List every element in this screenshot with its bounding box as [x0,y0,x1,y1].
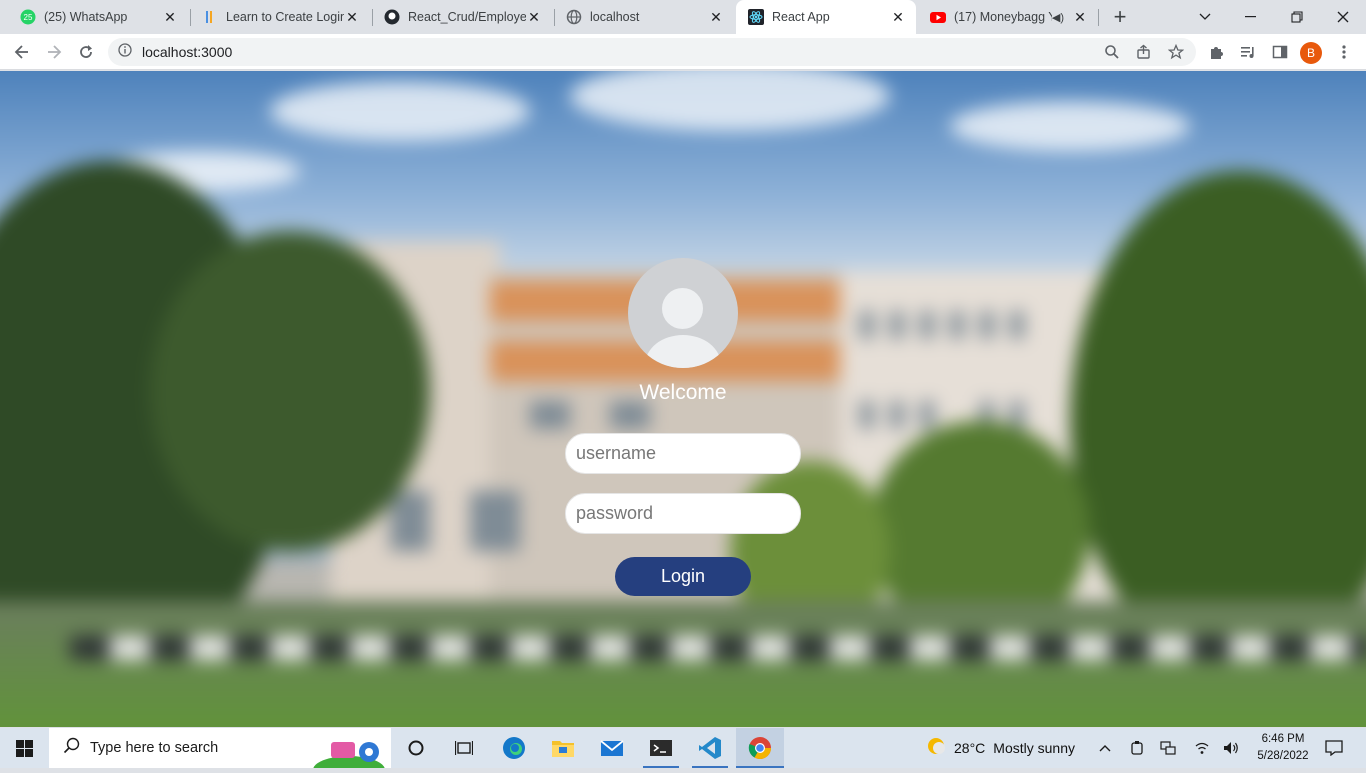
tab-title: localhost [590,10,640,24]
vscode-icon[interactable] [692,728,728,768]
windows-taskbar: Type here to search 28°C Mostly sunny 6:… [0,728,1366,773]
tab-whatsapp[interactable]: 25 (25) WhatsApp ✕ [8,0,188,34]
info-icon[interactable] [118,42,132,62]
profile-avatar[interactable]: B [1300,42,1322,64]
file-explorer-icon[interactable] [545,728,581,768]
zoom-icon[interactable] [1098,38,1126,66]
menu-kebab-icon[interactable] [1330,38,1358,66]
welcome-heading: Welcome [639,381,727,404]
whatsapp-icon: 25 [20,9,36,25]
search-icon [63,737,80,759]
url-text: localhost:3000 [142,44,233,60]
side-panel-icon[interactable] [1266,38,1294,66]
youtube-icon [930,9,946,25]
tab-strip: 25 (25) WhatsApp ✕ Learn to Create Login… [0,0,1366,34]
page-viewport: Welcome Login [0,71,1366,727]
tab-search-button[interactable] [1182,0,1228,34]
tutorial-icon [202,9,218,25]
wifi-icon[interactable] [1191,728,1213,768]
close-tab-icon[interactable]: ✕ [708,9,724,25]
restore-button[interactable] [1274,0,1320,34]
username-input[interactable] [565,433,801,474]
svg-text:25: 25 [24,13,33,22]
share-icon[interactable] [1130,38,1158,66]
close-tab-icon[interactable]: ✕ [162,9,178,25]
chrome-icon[interactable] [736,728,784,768]
network-ethernet-icon[interactable] [1157,728,1179,768]
close-tab-icon[interactable]: ✕ [890,9,906,25]
edge-browser-icon[interactable] [496,728,532,768]
meet-now-icon[interactable] [1126,728,1148,768]
weather-sun-icon [926,736,946,761]
login-button[interactable]: Login [615,557,751,596]
tab-title: React_Crud/Employee [408,10,526,24]
task-view-icon[interactable] [446,728,482,768]
bookmark-star-icon[interactable] [1162,38,1190,66]
weather-description: Mostly sunny [993,740,1075,756]
forward-button[interactable] [40,38,68,66]
tab-youtube[interactable]: (17) Moneybagg Y ◀) ✕ [918,0,1098,34]
media-control-icon[interactable] [1234,38,1262,66]
browser-toolbar: localhost:3000 B [0,34,1366,70]
taskbar-clock[interactable]: 6:46 PM 5/28/2022 [1246,731,1320,765]
tab-title: (25) WhatsApp [44,10,128,24]
close-window-button[interactable] [1320,0,1366,34]
search-placeholder: Type here to search [90,740,219,756]
close-tab-icon[interactable]: ✕ [1072,9,1088,25]
tab-learn-login[interactable]: Learn to Create Login ✕ [190,0,370,34]
weather-widget[interactable]: 28°C Mostly sunny [926,728,1086,768]
weather-temperature: 28°C [954,740,986,756]
minimize-button[interactable] [1228,0,1274,34]
notification-icon[interactable] [1318,728,1350,768]
react-icon [748,9,764,25]
user-avatar-icon [628,258,738,368]
tab-react-app[interactable]: React App ✕ [736,0,916,34]
github-icon [384,9,400,25]
cortana-icon[interactable] [398,728,434,768]
mail-icon[interactable] [594,728,630,768]
tab-title: Learn to Create Login [226,10,344,24]
tab-github[interactable]: React_Crud/Employee ✕ [372,0,552,34]
new-tab-button[interactable]: + [1108,4,1132,29]
globe-icon [566,9,582,25]
chevron-up-icon[interactable] [1094,728,1116,768]
reload-button[interactable] [72,38,100,66]
back-button[interactable] [8,38,36,66]
tab-localhost[interactable]: localhost ✕ [554,0,734,34]
speaker-icon[interactable]: ◀) [1052,11,1064,24]
login-form: Welcome Login [0,71,1366,727]
volume-icon[interactable] [1220,728,1242,768]
terminal-icon[interactable] [643,728,679,768]
clock-date: 5/28/2022 [1257,750,1309,762]
close-tab-icon[interactable]: ✕ [344,9,360,25]
tab-title: (17) Moneybagg Y [954,10,1052,24]
taskbar-search-box[interactable]: Type here to search [49,728,391,773]
password-input[interactable] [565,493,801,534]
close-tab-icon[interactable]: ✕ [526,9,542,25]
address-bar[interactable]: localhost:3000 [108,38,1196,66]
search-highlight-icon [311,730,387,773]
extensions-icon[interactable] [1202,38,1230,66]
clock-time: 6:46 PM [1261,733,1305,745]
windows-start-icon[interactable] [0,728,48,768]
tab-title: React App [772,10,830,24]
